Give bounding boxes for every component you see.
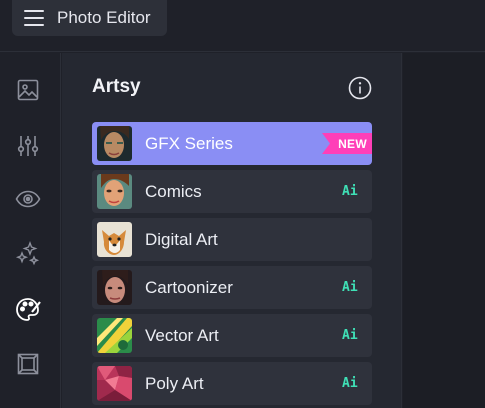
panel-title: Artsy [92,76,141,97]
tool-rail [0,53,61,408]
artsy-panel: Artsy GFX Series NEW Comics Ai Digital A… [62,53,402,408]
effect-item-gfx-series[interactable]: GFX Series NEW [92,122,372,165]
ai-badge: Ai [342,280,358,295]
ai-badge: Ai [342,328,358,343]
poly-art-thumbnail [97,366,132,401]
gfx-series-thumbnail [97,126,132,161]
ai-badge: Ai [342,376,358,391]
comics-thumbnail [97,174,132,209]
vector-art-thumbnail [97,318,132,353]
main-menu-button[interactable]: Photo Editor [12,0,167,36]
rail-image-button[interactable] [13,75,43,105]
eye-icon [15,190,41,208]
effect-item-label: Cartoonizer [145,278,233,297]
effect-item-label: Poly Art [145,374,204,393]
hamburger-menu-icon [24,9,44,27]
canvas-area[interactable] [403,53,485,408]
effect-item-digital-art[interactable]: Digital Art [92,218,372,261]
effect-item-label: Vector Art [145,326,219,345]
effect-item-vector-art[interactable]: Vector Art Ai [92,314,372,357]
image-icon [17,79,39,101]
rail-effects-button[interactable] [13,239,43,269]
top-bar: Photo Editor [0,0,485,52]
rail-eye-button[interactable] [13,184,43,214]
effect-item-label: Digital Art [145,230,218,249]
new-badge: NEW [322,133,372,154]
rail-frame-button[interactable] [13,349,43,379]
rail-artsy-button[interactable] [13,295,43,325]
rail-adjust-button[interactable] [13,131,43,161]
effect-item-cartoonizer[interactable]: Cartoonizer Ai [92,266,372,309]
info-icon[interactable] [348,76,372,100]
effect-item-label: GFX Series [145,134,233,153]
app-title: Photo Editor [57,8,151,27]
effect-item-comics[interactable]: Comics Ai [92,170,372,213]
palette-icon [16,298,41,321]
ai-badge: Ai [342,184,358,199]
effect-item-poly-art[interactable]: Poly Art Ai [92,362,372,405]
effect-item-label: Comics [145,182,202,201]
digital-art-thumbnail [97,222,132,257]
sparkles-icon [15,241,40,266]
frame-icon [17,353,39,375]
cartoonizer-thumbnail [97,270,132,305]
adjust-sliders-icon [17,136,39,156]
